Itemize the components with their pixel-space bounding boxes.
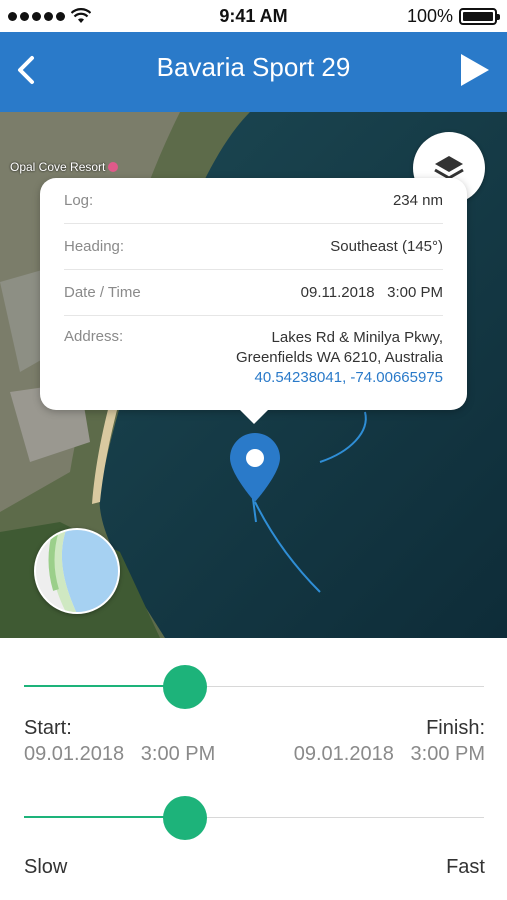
datetime-row: Date / Time 09.11.2018 3:00 PM bbox=[64, 270, 443, 316]
log-value: 234 nm bbox=[392, 192, 443, 209]
nav-header: Bavaria Sport 29 bbox=[0, 32, 507, 112]
status-bar: 9:41 AM 100% bbox=[0, 0, 507, 32]
map-view[interactable]: Opal Cove Resort Log: 234 nm Heading: So… bbox=[0, 112, 507, 638]
log-row: Log: 234 nm bbox=[64, 178, 443, 224]
heading-row: Heading: Southeast (145°) bbox=[64, 224, 443, 270]
minimap-icon bbox=[36, 530, 118, 612]
address-label: Address: bbox=[64, 328, 124, 345]
address-line-1: Lakes Rd & Minilya Pkwy, bbox=[271, 329, 443, 346]
speed-thumb[interactable] bbox=[163, 796, 207, 840]
start-label: Start: bbox=[24, 717, 72, 739]
slow-label: Slow bbox=[24, 856, 68, 878]
page-title: Bavaria Sport 29 bbox=[156, 52, 351, 82]
address-line-2: Greenfields WA 6210, Australia bbox=[235, 349, 443, 366]
fast-label: Fast bbox=[446, 856, 485, 878]
place-pin-icon bbox=[108, 162, 119, 172]
datetime-value: 09.11.2018 3:00 PM bbox=[300, 284, 443, 301]
timeline-slider[interactable] bbox=[24, 665, 484, 709]
heading-label: Heading: bbox=[64, 238, 125, 255]
place-label: Opal Cove Resort bbox=[10, 160, 119, 174]
back-button[interactable] bbox=[8, 50, 48, 90]
place-label-text: Opal Cove Resort bbox=[10, 160, 106, 174]
finish-value: 09.01.2018 3:00 PM bbox=[293, 743, 485, 765]
battery-icon bbox=[459, 8, 500, 25]
coordinates-link[interactable]: 40.54238041, -74.00665975 bbox=[236, 368, 443, 388]
timeline-progress bbox=[24, 685, 185, 687]
play-icon bbox=[461, 54, 489, 86]
chevron-left-icon bbox=[18, 56, 34, 84]
minimap-button[interactable] bbox=[34, 528, 120, 614]
battery-percent: 100% bbox=[406, 6, 453, 26]
speed-progress bbox=[24, 816, 185, 818]
play-button[interactable] bbox=[455, 50, 495, 90]
timeline-thumb[interactable] bbox=[163, 665, 207, 709]
address-row: Address: Lakes Rd & Minilya Pkwy, Greenf… bbox=[64, 316, 443, 388]
finish-label: Finish: bbox=[426, 717, 485, 739]
heading-value: Southeast (145°) bbox=[330, 238, 443, 255]
map-marker-icon[interactable] bbox=[228, 432, 282, 504]
log-label: Log: bbox=[64, 192, 94, 209]
datetime-label: Date / Time bbox=[64, 284, 141, 301]
start-value: 09.01.2018 3:00 PM bbox=[24, 743, 216, 765]
location-info-popup: Log: 234 nm Heading: Southeast (145°) Da… bbox=[40, 178, 467, 424]
speed-slider[interactable] bbox=[24, 796, 484, 840]
